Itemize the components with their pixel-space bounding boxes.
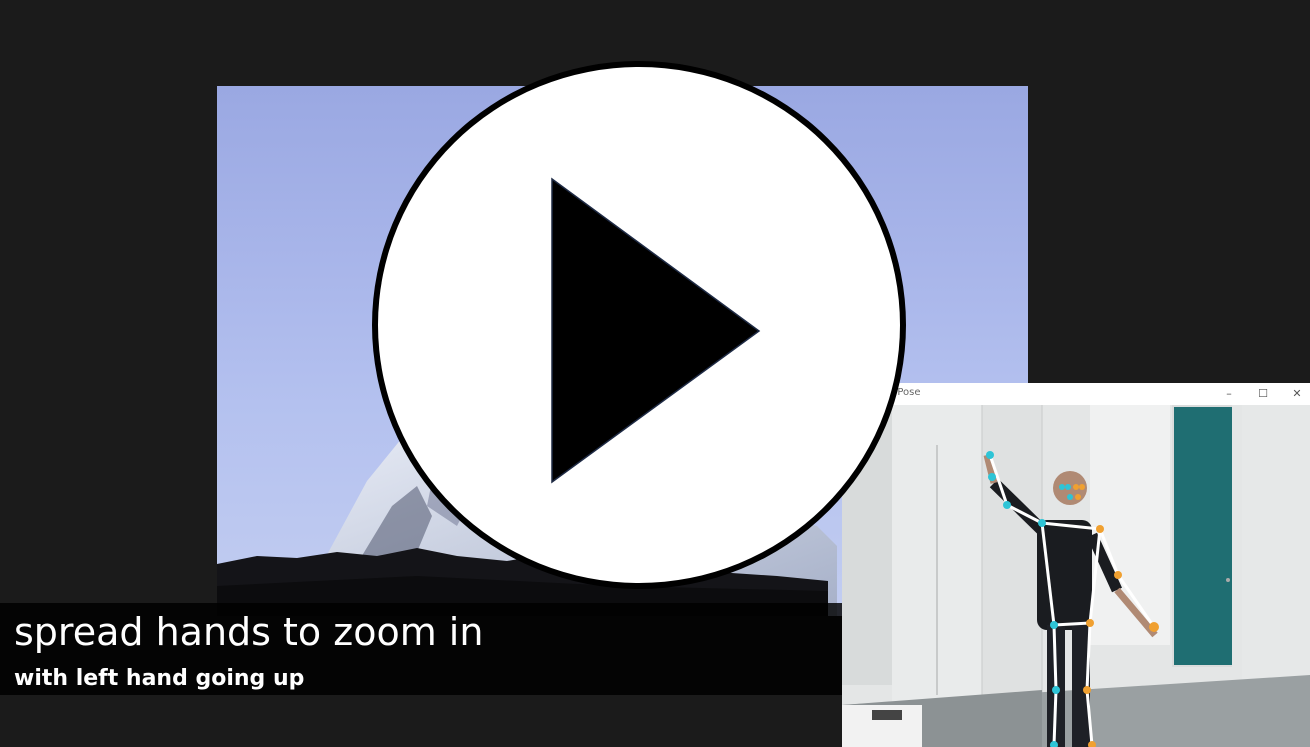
caption-main: spread hands to zoom in	[14, 610, 484, 654]
minimize-button[interactable]: –	[1216, 385, 1242, 403]
play-button[interactable]	[372, 61, 906, 589]
camera-feed	[842, 405, 1310, 747]
caption-sub: with left hand going up	[14, 666, 305, 691]
play-icon	[551, 177, 761, 484]
pose-scene	[842, 405, 1310, 747]
maximize-button[interactable]: ☐	[1250, 385, 1276, 403]
pose-window[interactable]: e Pose – ☐ ✕	[842, 383, 1310, 747]
window-titlebar[interactable]: e Pose – ☐ ✕	[842, 383, 1310, 405]
close-button[interactable]: ✕	[1284, 385, 1310, 403]
